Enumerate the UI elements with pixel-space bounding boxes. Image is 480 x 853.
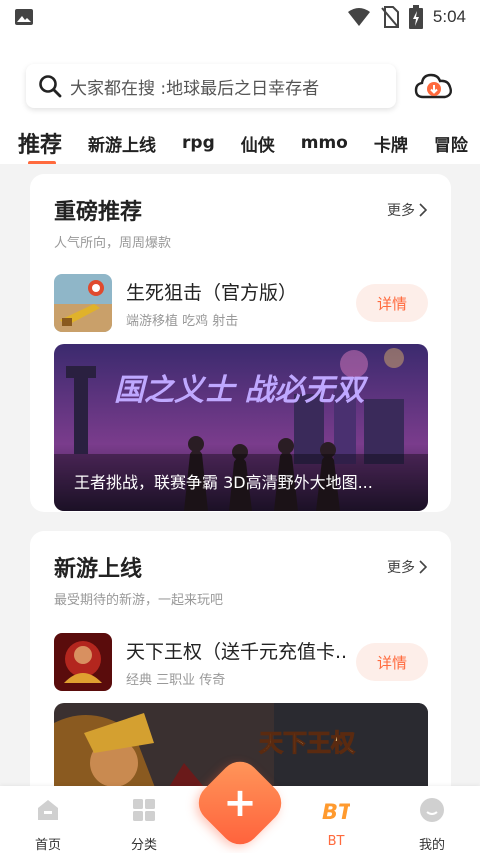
nav-label: BT [327, 834, 345, 849]
chevron-right-icon [419, 203, 427, 217]
category-tabs: 推荐 新游上线 rpg 仙侠 mmo 卡牌 冒险 角 [0, 122, 480, 164]
more-link[interactable]: 更多 [387, 200, 427, 220]
category-icon [133, 799, 155, 821]
bt-icon: BT [322, 800, 354, 824]
nav-home[interactable]: 首页 [18, 796, 78, 853]
no-sim-icon [381, 6, 399, 28]
section-title: 重磅推荐 [54, 200, 143, 225]
home-icon [38, 800, 58, 820]
chevron-right-icon [419, 560, 427, 574]
search-bar[interactable]: 大家都在搜 :地球最后之日幸存者 [26, 64, 396, 108]
tab-new-games[interactable]: 新游上线 [88, 131, 156, 156]
game-item[interactable]: 天下王权（送千元充值卡.. 经典 三职业 传奇 详情 [54, 633, 428, 693]
detail-button[interactable]: 详情 [356, 284, 428, 322]
active-tab-indicator [28, 161, 56, 164]
game-name: 生死狙击（官方版） [126, 282, 298, 304]
more-link[interactable]: 更多 [387, 557, 427, 577]
game-item[interactable]: 生死狙击（官方版） 端游移植 吃鸡 射击 详情 [54, 274, 428, 334]
nav-bt[interactable]: BT BT [306, 796, 366, 849]
game-name: 天下王权（送千元充值卡.. [126, 641, 348, 663]
profile-icon [420, 798, 444, 822]
battery-charging-icon [408, 5, 423, 29]
game-icon [54, 633, 112, 691]
section-title: 新游上线 [54, 557, 143, 582]
tab-card[interactable]: 卡牌 [374, 131, 408, 156]
status-time: 5:04 [432, 7, 466, 26]
status-bar: 5:04 [0, 0, 480, 34]
game-tags: 端游移植 吃鸡 射击 [126, 314, 239, 329]
more-label: 更多 [387, 203, 415, 219]
section-featured: 重磅推荐 更多 人气所向，周周爆款 生死狙击（官方版） 端游移植 吃鸡 射击 详… [30, 174, 451, 512]
more-label: 更多 [387, 560, 415, 576]
nav-label: 我的 [418, 838, 445, 853]
banner-art-text: 天下王权 [259, 728, 355, 757]
plus-icon: + [223, 780, 257, 826]
cloud-download-icon[interactable] [414, 70, 454, 102]
nav-category[interactable]: 分类 [114, 796, 174, 853]
tab-mmo[interactable]: mmo [301, 133, 348, 153]
nav-profile[interactable]: 我的 [402, 796, 462, 853]
detail-button[interactable]: 详情 [356, 643, 428, 681]
nav-label: 分类 [130, 838, 157, 853]
wifi-icon [347, 8, 370, 26]
tab-xianxia[interactable]: 仙侠 [241, 131, 275, 156]
header: 大家都在搜 :地球最后之日幸存者 推荐 新游上线 rpg 仙侠 mmo 卡牌 冒… [0, 34, 480, 164]
banner-caption: 王者挑战，联赛争霸 3D高清野外大地图... [74, 473, 373, 492]
search-placeholder: 大家都在搜 :地球最后之日幸存者 [70, 78, 320, 99]
image-notification-icon [15, 9, 33, 25]
nav-label: 首页 [34, 838, 61, 853]
tab-rpg[interactable]: rpg [182, 133, 215, 153]
banner-art-text: 国之义士 战必无双 [114, 373, 368, 408]
game-icon [54, 274, 112, 332]
tab-adventure[interactable]: 冒险 [434, 131, 468, 156]
tab-recommend[interactable]: 推荐 [18, 127, 62, 164]
game-tags: 经典 三职业 传奇 [126, 673, 226, 688]
svg-text:BT: BT [322, 800, 350, 824]
search-icon [39, 75, 62, 98]
promo-banner[interactable]: 国之义士 战必无双 王者挑战，联赛争霸 3D高清野外大地图... [54, 344, 428, 511]
section-subtitle: 人气所向，周周爆款 [54, 236, 172, 251]
section-subtitle: 最受期待的新游，一起来玩吧 [54, 593, 224, 608]
